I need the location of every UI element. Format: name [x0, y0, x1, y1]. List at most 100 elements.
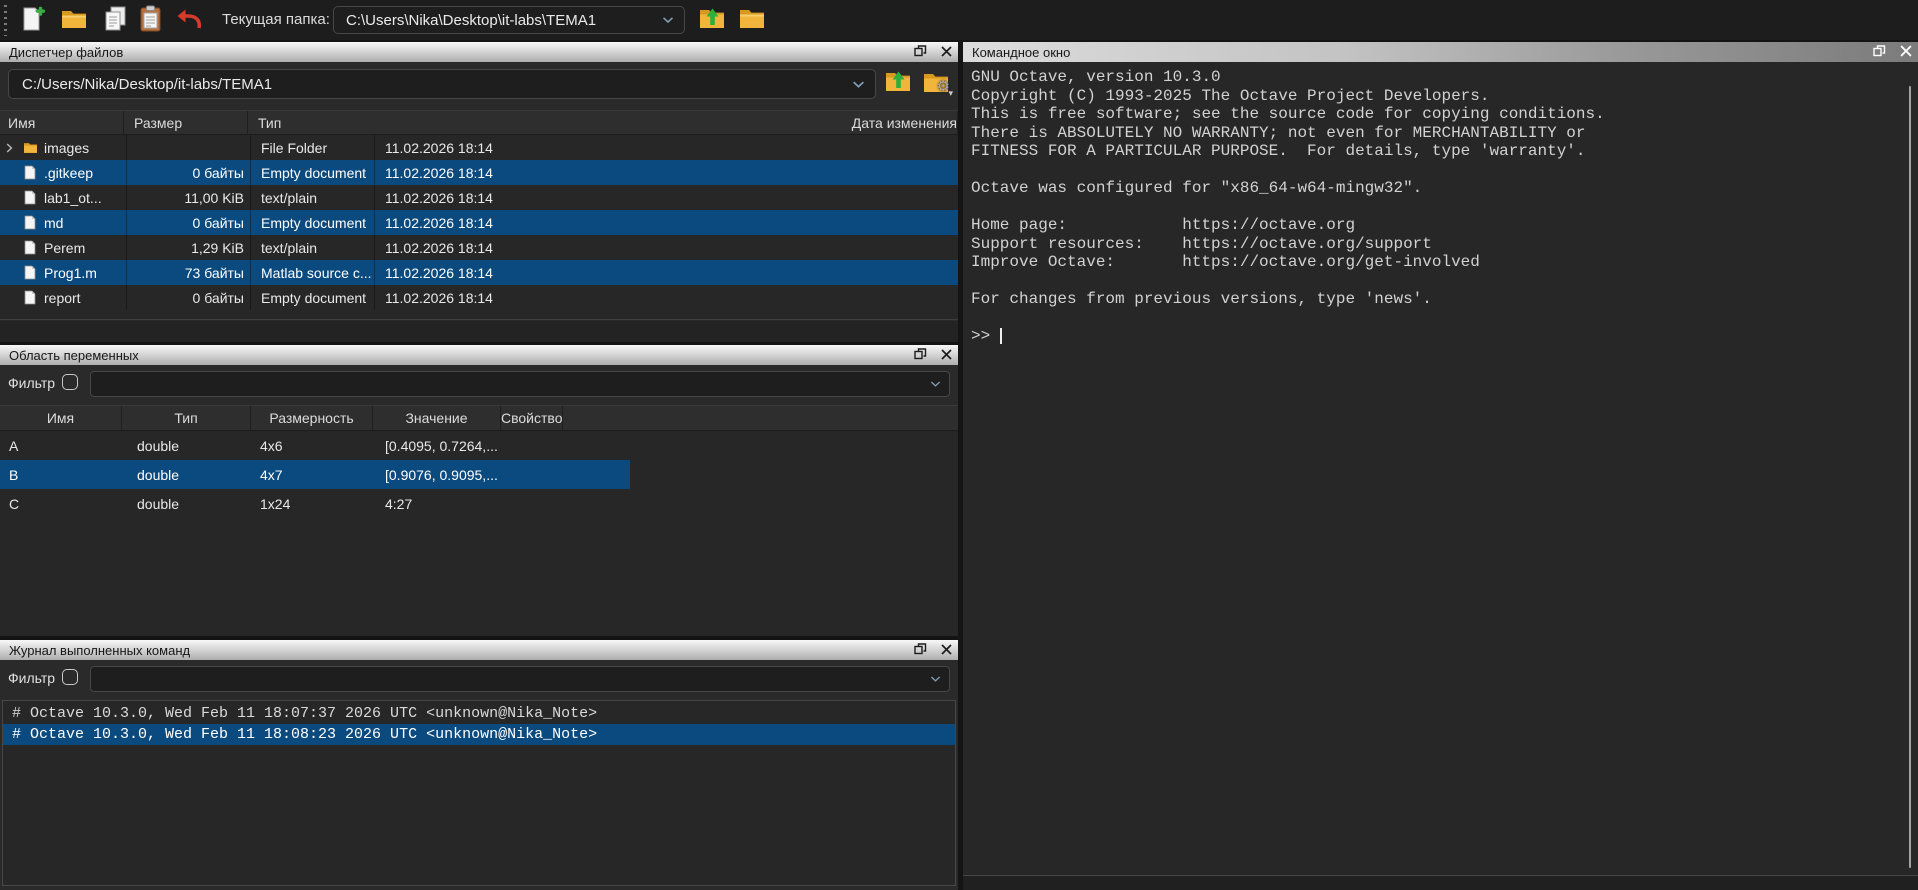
variable-value-cell: [0.9076, 0.9095,...	[380, 460, 502, 489]
file-row[interactable]: Perem 1,29 KiB text/plain 11.02.2026 18:…	[0, 235, 958, 260]
file-type-cell: File Folder	[251, 135, 375, 160]
directory-up-button[interactable]	[696, 4, 728, 36]
folder-actions-icon: ⚙ ▾	[921, 70, 951, 96]
close-button[interactable]	[1900, 45, 1912, 60]
browser-path: C:/Users/Nika/Desktop/it-labs/TEMA1	[22, 76, 272, 93]
expand-arrow-icon[interactable]	[6, 143, 16, 153]
chevron-down-icon	[930, 675, 941, 683]
filter-label: Фильтр	[8, 670, 55, 686]
folder-up-icon	[883, 69, 913, 98]
file-icon	[21, 265, 39, 280]
panel-title: Командное окно	[972, 45, 1070, 60]
file-size-cell: 73 байты	[127, 260, 251, 285]
file-name: Prog1.m	[44, 265, 97, 281]
new-script-button[interactable]	[16, 4, 48, 36]
command-window-panel: Командное окно GNU Octave, version 10.3.…	[963, 42, 1918, 890]
file-row[interactable]: report 0 байты Empty document 11.02.2026…	[0, 285, 958, 310]
filter-label: Фильтр	[8, 375, 55, 391]
column-header[interactable]: Тип	[122, 406, 251, 430]
filter-checkbox[interactable]	[62, 669, 78, 685]
column-header[interactable]: Свойство	[501, 406, 563, 430]
file-name: lab1_ot...	[44, 190, 102, 206]
undock-icon	[914, 643, 927, 658]
file-name-cell: Perem	[0, 235, 127, 260]
terminal-line: For changes from previous versions, type…	[971, 290, 1918, 309]
undock-button[interactable]	[914, 643, 927, 658]
terminal-output[interactable]: GNU Octave, version 10.3.0Copyright (C) …	[963, 62, 1918, 876]
terminal-line: There is ABSOLUTELY NO WARRANTY; not eve…	[971, 124, 1918, 143]
variable-attr-cell	[502, 460, 630, 489]
chevron-down-icon	[662, 16, 674, 24]
column-header[interactable]: Имя	[0, 406, 122, 430]
terminal-line	[971, 309, 1918, 328]
variable-attr-cell	[502, 489, 630, 518]
browse-directories-button[interactable]	[736, 4, 768, 36]
filter-combo[interactable]	[90, 371, 950, 397]
folder-icon	[737, 6, 767, 35]
column-header[interactable]: Размер	[124, 111, 248, 134]
close-button[interactable]	[941, 348, 952, 363]
panel-title: Диспетчер файлов	[9, 45, 123, 60]
variable-row[interactable]: B double 4x7 [0.9076, 0.9095,...	[0, 460, 630, 489]
current-folder-combo[interactable]: C:\Users\Nika\Desktop\it-labs\TEMA1	[333, 6, 685, 34]
file-row[interactable]: lab1_ot... 11,00 KiB text/plain 11.02.20…	[0, 185, 958, 210]
terminal-line: Home page: https://octave.org	[971, 216, 1918, 235]
command-history-panel: Журнал выполненных команд Фильтр # Octav…	[0, 640, 958, 890]
panel-title: Область переменных	[9, 348, 139, 363]
file-type-cell: text/plain	[251, 235, 375, 260]
filter-checkbox[interactable]	[62, 374, 78, 390]
history-entry[interactable]: # Octave 10.3.0, Wed Feb 11 18:08:23 202…	[3, 724, 955, 745]
vertical-scrollbar[interactable]	[1909, 86, 1911, 868]
column-header[interactable]: Значение	[373, 406, 501, 430]
browser-path-combo[interactable]: C:/Users/Nika/Desktop/it-labs/TEMA1	[8, 69, 876, 99]
browser-actions-button[interactable]: ⚙ ▾	[918, 67, 954, 99]
variable-name-cell: C	[0, 489, 129, 518]
workspace-titlebar: Область переменных	[0, 345, 958, 365]
variable-row[interactable]: A double 4x6 [0.4095, 0.7264,...	[0, 431, 630, 460]
file-row[interactable]: Prog1.m 73 байты Matlab source c... 11.0…	[0, 260, 958, 285]
copy-button[interactable]	[100, 4, 132, 36]
column-header[interactable]: Тип	[248, 111, 852, 134]
file-icon	[21, 240, 39, 255]
chevron-down-icon	[852, 80, 865, 89]
undock-button[interactable]	[914, 348, 927, 363]
close-button[interactable]	[941, 45, 952, 60]
terminal-line: FITNESS FOR A PARTICULAR PURPOSE. For de…	[971, 142, 1918, 161]
column-header[interactable]: Имя	[0, 111, 124, 134]
dropdown-arrow-icon: ▾	[948, 88, 953, 99]
undo-button[interactable]	[174, 4, 206, 36]
file-name: Perem	[44, 240, 85, 256]
undock-button[interactable]	[1873, 45, 1886, 60]
file-name-cell: md	[0, 210, 127, 235]
variable-value-cell: 4:27	[380, 489, 502, 518]
variable-type-cell: double	[129, 489, 251, 518]
file-icon	[21, 290, 39, 305]
history-list: # Octave 10.3.0, Wed Feb 11 18:07:37 202…	[2, 700, 956, 886]
file-row[interactable]: images File Folder 11.02.2026 18:14	[0, 135, 958, 160]
browser-directory-up-button[interactable]	[880, 67, 916, 99]
folder-up-icon	[697, 6, 727, 35]
column-header[interactable]: Дата изменения	[852, 111, 958, 134]
close-icon	[941, 45, 952, 60]
paste-button[interactable]	[134, 4, 166, 36]
file-table-header: ИмяРазмерТипДата изменения	[0, 110, 958, 135]
file-table-body: images File Folder 11.02.2026 18:14 .git…	[0, 135, 958, 310]
variable-name-cell: B	[0, 460, 129, 489]
close-button[interactable]	[941, 643, 952, 658]
terminal-line: This is free software; see the source co…	[971, 105, 1918, 124]
column-header[interactable]: Размерность	[251, 406, 373, 430]
prompt-symbol: >>	[971, 327, 990, 345]
filter-combo[interactable]	[90, 666, 950, 692]
open-file-button[interactable]	[58, 4, 90, 36]
toolbar-drag-handle[interactable]	[4, 5, 7, 36]
variable-dims-cell: 4x7	[251, 460, 380, 489]
history-entry[interactable]: # Octave 10.3.0, Wed Feb 11 18:07:37 202…	[3, 703, 955, 724]
workspace-table: ИмяТипРазмерностьЗначениеСвойство A doub…	[0, 405, 958, 636]
undock-button[interactable]	[914, 45, 927, 60]
variable-row[interactable]: C double 1x24 4:27	[0, 489, 630, 518]
terminal-prompt-line[interactable]: >>	[971, 327, 1918, 346]
file-row[interactable]: md 0 байты Empty document 11.02.2026 18:…	[0, 210, 958, 235]
file-row[interactable]: .gitkeep 0 байты Empty document 11.02.20…	[0, 160, 958, 185]
panel-title: Журнал выполненных команд	[9, 643, 190, 658]
variable-type-cell: double	[129, 460, 251, 489]
